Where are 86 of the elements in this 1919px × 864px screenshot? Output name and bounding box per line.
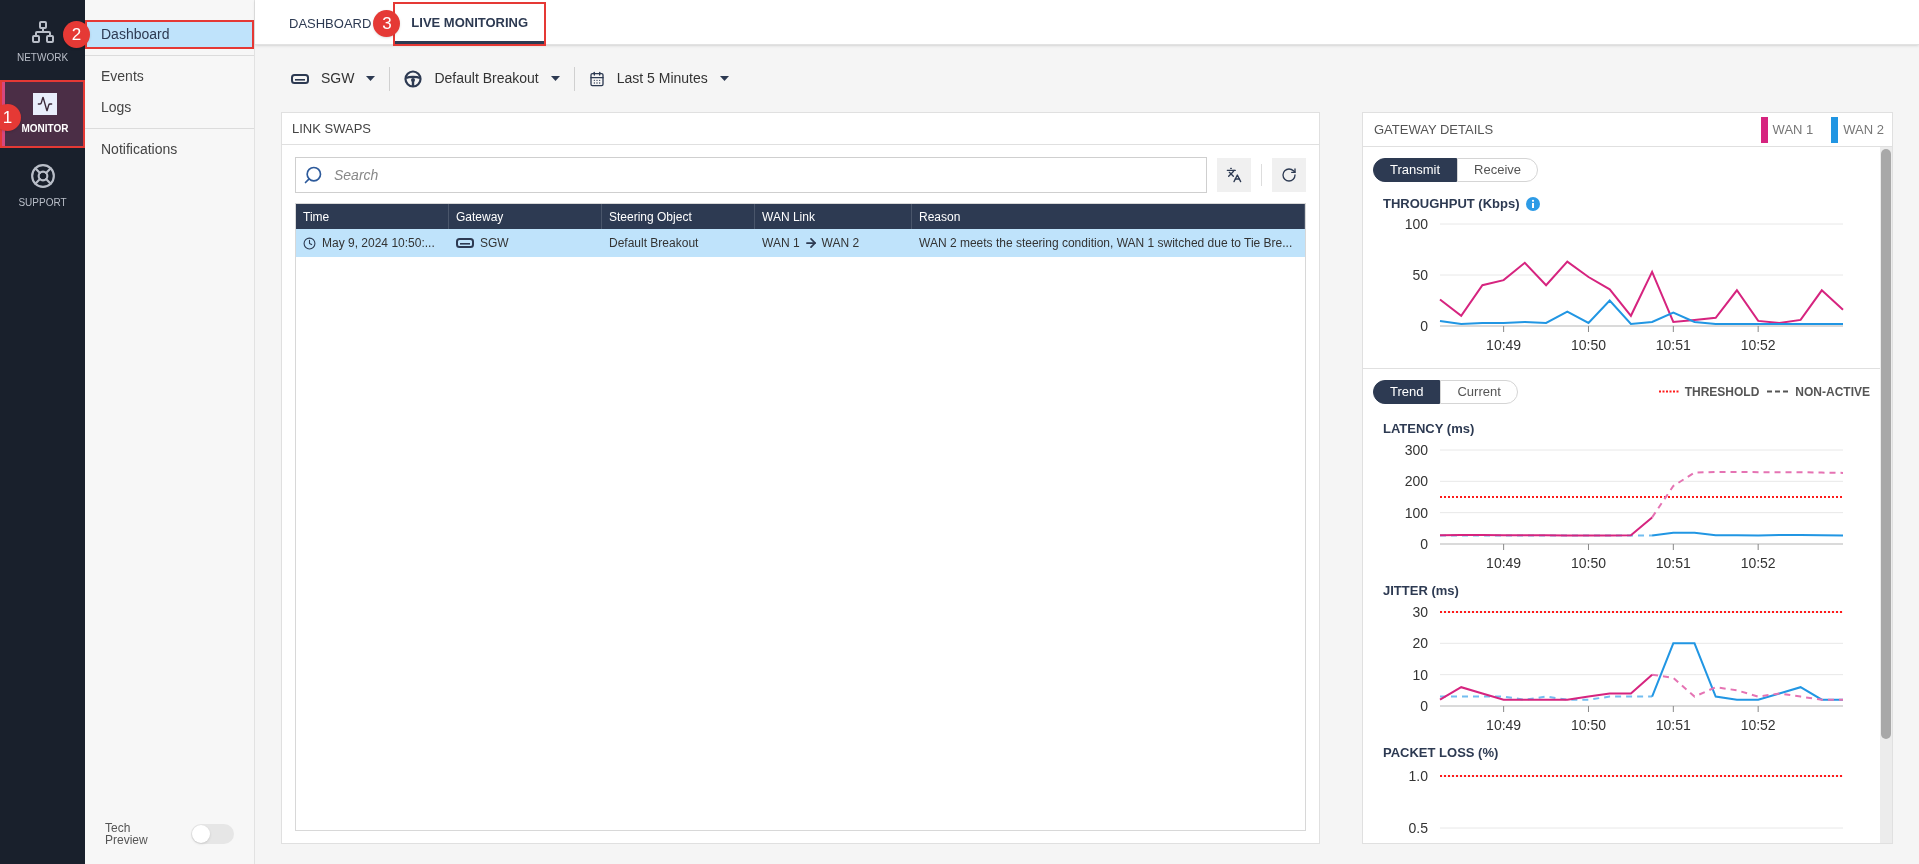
filter-dropdown[interactable]: SGW [291, 68, 376, 89]
dashed-line-icon [1767, 390, 1790, 393]
column-header[interactable]: Reason [919, 207, 961, 226]
clock-icon [303, 236, 316, 250]
card-title: LINK SWAPS [292, 119, 371, 138]
chart-title: PACKET LOSS (%) [1383, 744, 1499, 760]
calendar-icon [588, 70, 605, 87]
scrollbar[interactable] [1880, 147, 1892, 843]
segment-toggle[interactable]: Trend [1373, 379, 1441, 404]
toggle-switch[interactable] [191, 824, 234, 844]
segment-toggle[interactable]: Transmit [1373, 158, 1458, 182]
chart-title: JITTER (ms) [1383, 582, 1459, 598]
segment-toggle[interactable]: Current [1440, 379, 1518, 404]
axis-label: 10:51 [1655, 716, 1691, 733]
axis-label: 10:51 [1655, 554, 1691, 571]
reason-text: WAN 2 meets the steering condition, WAN 1 switched due to Tie Bre... [919, 236, 1293, 250]
caret-icon [719, 76, 729, 81]
axis-label: 100 [1404, 215, 1428, 232]
steering-text: Default Breakout [609, 236, 699, 250]
axis-label: 10:49 [1486, 716, 1522, 733]
chart-title: THROUGHPUT (Kbps) [1383, 195, 1520, 213]
segment-toggle[interactable]: Receive [1457, 158, 1539, 182]
search-field[interactable]: Search [295, 157, 1207, 193]
nav-item[interactable]: Dashboard [85, 20, 254, 49]
translate-button[interactable] [1217, 158, 1251, 192]
refresh-icon [1281, 167, 1297, 183]
axis-label: 0 [1420, 697, 1428, 714]
axis-label: 0.5 [1408, 819, 1428, 834]
caret-icon [550, 76, 560, 81]
nav-item[interactable]: Notifications [85, 135, 254, 164]
filter-dropdown[interactable]: Default Breakout [404, 68, 560, 89]
nav-item[interactable]: Events [85, 62, 254, 91]
axis-label: 30 [1412, 603, 1428, 620]
axis-label: 10:52 [1740, 336, 1776, 353]
column-header[interactable]: Steering Object [609, 207, 692, 226]
pulse-icon [33, 92, 57, 115]
column-header[interactable]: WAN Link [762, 207, 815, 226]
caret-icon [366, 76, 376, 81]
axis-label: 10 [1412, 666, 1428, 683]
steering-wheel-icon [404, 69, 423, 88]
axis-label: 10:51 [1655, 336, 1691, 353]
axis-label: 50 [1412, 266, 1428, 283]
legend-label: WAN 2 [1843, 120, 1884, 139]
column-header[interactable]: Time [303, 207, 330, 226]
filter-dropdown[interactable]: Last 5 Minutes [588, 68, 729, 89]
axis-label: 10:50 [1570, 554, 1606, 571]
legend-label: WAN 1 [1772, 120, 1814, 139]
refresh-button[interactable] [1272, 158, 1306, 192]
axis-label: 0 [1420, 535, 1428, 552]
info-icon [1525, 196, 1540, 211]
network-icon [30, 19, 55, 44]
axis-label: 10:52 [1740, 554, 1776, 571]
page-tab[interactable]: LIVE MONITORING [395, 4, 545, 44]
callout-badge: 3 [373, 10, 401, 37]
gateway-text: SGW [480, 235, 509, 252]
nav-item[interactable]: Logs [85, 93, 254, 122]
axis-label: 20 [1412, 634, 1428, 651]
axis-label: 1.0 [1408, 767, 1428, 784]
arrow-icon [803, 236, 818, 250]
legend-label: THRESHOLD [1684, 383, 1760, 401]
axis-label: 10:50 [1570, 336, 1606, 353]
router-icon [291, 73, 309, 84]
legend-label: NON-ACTIVE [1795, 383, 1870, 401]
axis-label: 0 [1420, 317, 1428, 334]
column-header[interactable]: Gateway [456, 207, 504, 226]
axis-label: 300 [1404, 441, 1428, 458]
rail-item[interactable]: SUPPORT [0, 152, 85, 220]
tech-preview-label: Tech Preview [105, 822, 149, 846]
axis-label: 10:49 [1486, 554, 1522, 571]
axis-label: 200 [1404, 472, 1428, 489]
dotted-line-icon [1658, 390, 1679, 393]
axis-label: 100 [1404, 504, 1428, 521]
card-title: GATEWAY DETAILS [1374, 120, 1495, 139]
time-text: May 9, 2024 10:50:... [322, 235, 435, 252]
wan-text: WAN 1 [762, 235, 800, 252]
search-icon [303, 165, 323, 185]
wan-text: WAN 2 [821, 235, 860, 252]
translate-icon [1226, 167, 1242, 183]
table-row[interactable]: May 9, 2024 10:50:... SGW Default Breakout WAN 1 WAN 2 WAN 2 meets the steering condition, WAN 1 switched due to Tie Bre... [296, 229, 1305, 257]
axis-label: 10:52 [1740, 716, 1776, 733]
router-icon [456, 238, 474, 248]
axis-label: 10:50 [1570, 716, 1606, 733]
chart-title: LATENCY (ms) [1383, 420, 1475, 436]
page-tab[interactable]: DASHBOARD [289, 4, 372, 44]
axis-label: 10:49 [1486, 336, 1522, 353]
lifebuoy-icon [29, 162, 56, 189]
